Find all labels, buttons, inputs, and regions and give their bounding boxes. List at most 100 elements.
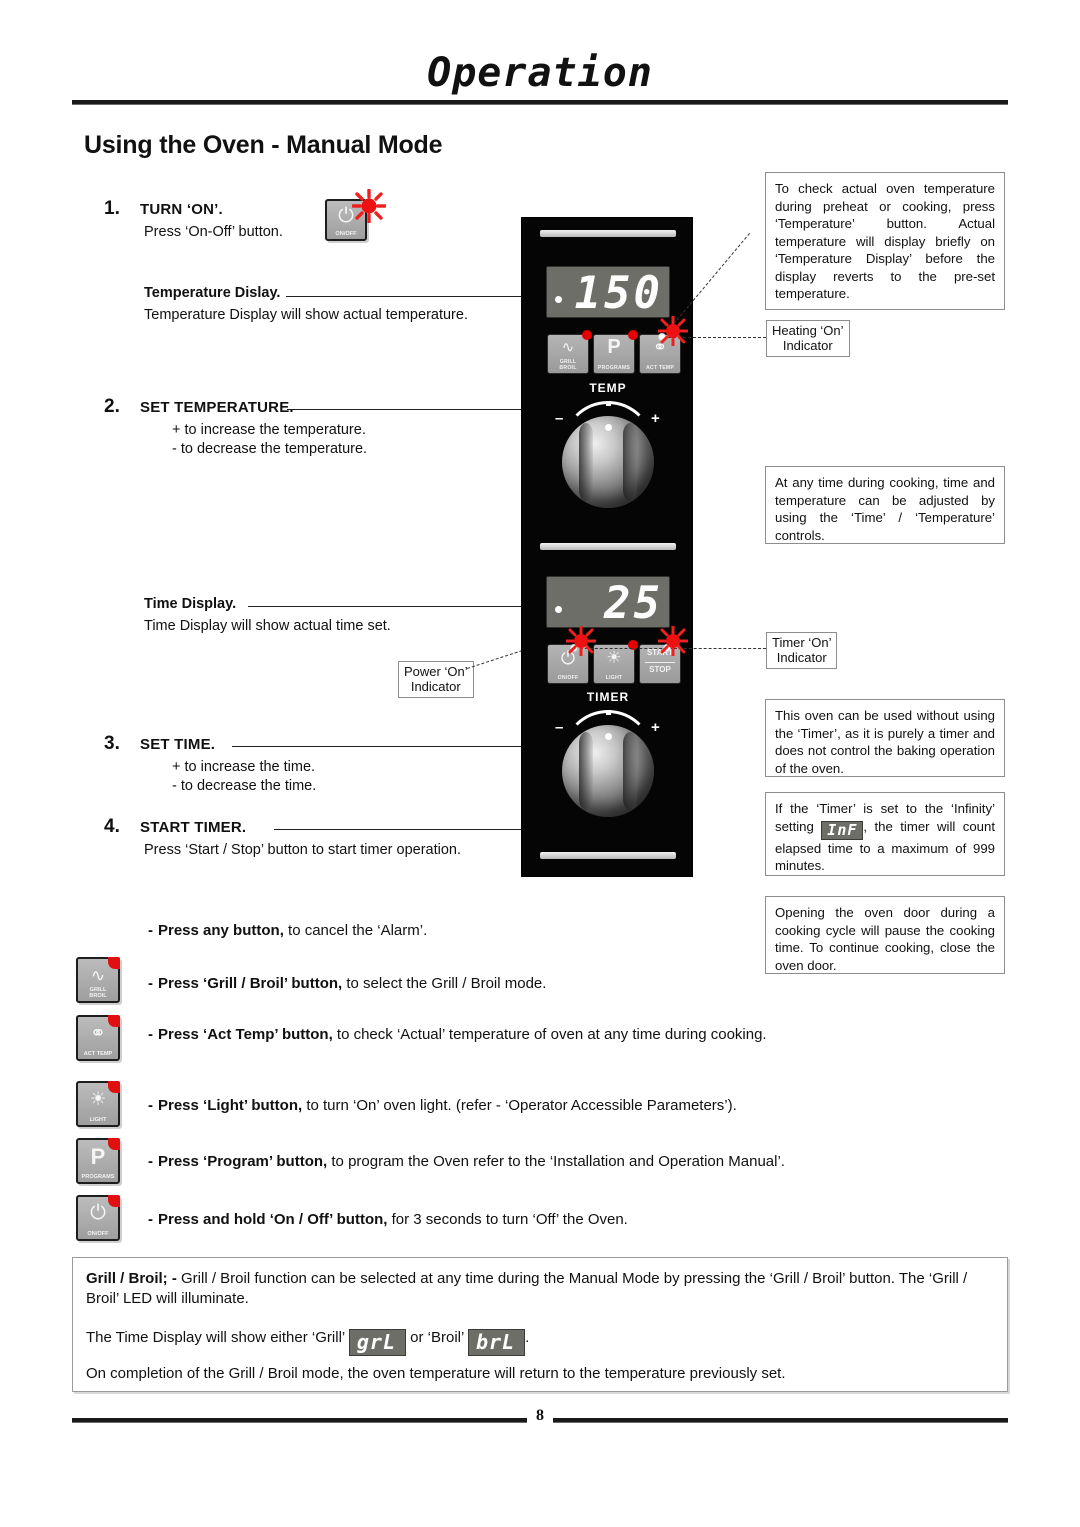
grill-broil-line2-post: . — [525, 1329, 530, 1346]
step-3-number: 3. — [104, 733, 120, 754]
timer-knob-pointer — [605, 733, 612, 740]
time-display-body: Time Display will show actual time set. — [144, 618, 391, 634]
timer-knob-label: TIMER — [586, 690, 630, 704]
programs-icon: P — [607, 336, 621, 358]
bullet-grill-broil-rest: to select the Grill / Broil mode. — [342, 975, 547, 992]
step-2-leader-line — [287, 409, 528, 410]
grill-broil-lead-paragraph: Grill / Broil; - Grill / Broil function … — [86, 1269, 991, 1308]
step-3-line-1: + to increase the time. — [172, 759, 316, 776]
power-on-tag-line-2: Indicator — [410, 679, 461, 695]
bullet-act-temp: - Press ‘Act Temp’ button, to check ‘Actu… — [148, 1026, 767, 1045]
time-display-leader-line — [248, 606, 528, 607]
programs-icon: P — [90, 1144, 106, 1169]
panel-bottom-slot — [540, 852, 676, 859]
bullet-any-button-bold: Press any button, — [158, 922, 284, 939]
grill-broil-led-icon — [582, 330, 592, 340]
step-3-leader-line — [232, 746, 528, 747]
light-bulb-icon: ☀ — [606, 648, 622, 667]
bullet-dash: - — [148, 1026, 153, 1043]
side-button-act-temp: ⚭ ACT TEMP — [76, 1015, 120, 1061]
on-off-caption: ON/OFF — [87, 1230, 109, 1237]
step-2: 2. SET TEMPERATURE. + to increase the te… — [104, 396, 434, 458]
programs-caption: PROGRAMS — [597, 365, 631, 371]
broil-segment-display: brL — [467, 1329, 526, 1356]
bullet-any-button: - Press any button, to cancel the ‘Alarm’… — [148, 922, 427, 941]
grill-broil-lead-rest: Grill / Broil function can be selected a… — [86, 1270, 968, 1307]
page-number: 8 — [536, 1407, 544, 1424]
bullet-light: - Press ‘Light’ button, to turn ‘On’ oven… — [148, 1097, 737, 1116]
bullet-dash: - — [148, 975, 153, 992]
power-on-indicator-tag: Power ‘On’ Indicator — [398, 661, 474, 698]
panel-top-slot — [540, 230, 676, 237]
step-2-heading: SET TEMPERATURE. — [140, 399, 294, 416]
bullet-on-off-bold: Press and hold ‘On / Off’ button, — [158, 1211, 388, 1228]
temp-knob-label: TEMP — [589, 381, 627, 395]
bullet-on-off: - Press and hold ‘On / Off’ button, for 3… — [148, 1211, 628, 1230]
bullet-light-bold: Press ‘Light’ button, — [158, 1097, 303, 1114]
time-display-value: 25 — [604, 578, 663, 628]
temperature-display-heading: Temperature Dislay. — [144, 285, 281, 301]
timer-knob[interactable] — [562, 725, 654, 817]
grill-broil-line2-mid: or ‘Broil’ — [410, 1329, 464, 1346]
timer-knob-plus: + — [651, 719, 660, 736]
page-title: Operation — [427, 50, 653, 96]
step-1-body: Press ‘On-Off’ button. — [144, 224, 283, 241]
temp-knob[interactable] — [562, 416, 654, 508]
step-3: 3. SET TIME. + to increase the time. - t… — [104, 733, 434, 795]
heating-led-starburst-icon — [658, 316, 688, 346]
bulb-icon: ⚭ — [90, 1023, 106, 1044]
bullet-program: - Press ‘Program’ button, to program the … — [148, 1153, 785, 1172]
grill-broil-info-box: Grill / Broil; - Grill / Broil function … — [72, 1257, 1008, 1392]
bullet-grill-broil-bold: Press ‘Grill / Broil’ button, — [158, 975, 343, 992]
temperature-display-leader-line — [286, 296, 528, 297]
grill-broil-button[interactable]: ∿ GRILL BROIL — [547, 334, 589, 374]
bullet-light-rest: to turn ‘On’ oven light. (refer - ‘Opera… — [302, 1097, 737, 1114]
step-3-line-2: - to decrease the time. — [172, 777, 317, 794]
time-display: 25 — [546, 576, 670, 628]
timer-on-tag-line-2: Indicator — [776, 650, 827, 666]
heating-on-indicator-tag: Heating ‘On’ Indicator — [766, 320, 850, 357]
side-button-programs: P PROGRAMS — [76, 1138, 120, 1184]
timer-knob-ridge-right — [622, 732, 638, 810]
infinity-segment-display: InF — [821, 820, 864, 840]
bullet-on-off-rest: for 3 seconds to turn ‘Off’ the Oven. — [387, 1211, 628, 1228]
bullet-dash: - — [148, 1153, 153, 1170]
bullet-act-temp-bold: Press ‘Act Temp’ button, — [158, 1026, 333, 1043]
callout-timer-optional: This oven can be used without using the … — [765, 699, 1005, 777]
bullet-dash: - — [148, 1097, 153, 1114]
light-bulb-icon: ☀ — [89, 1089, 107, 1110]
grill-broil-caption: GRILL BROIL — [559, 359, 577, 371]
start-stop-divider — [645, 662, 675, 663]
power-on-tag-line-1: Power ‘On’ — [404, 664, 468, 679]
oven-control-panel: 150 ∿ GRILL BROIL P PROGRAMS ⚭ ACT TEMP … — [521, 217, 693, 877]
grill-broil-caption: GRILL BROIL — [89, 986, 107, 999]
step-3-heading: SET TIME. — [140, 736, 216, 753]
step-1-heading: TURN ‘ON’. — [140, 201, 223, 218]
step-2-line-1: + to increase the temperature. — [172, 422, 366, 439]
section-title: Using the Oven - Manual Mode — [84, 131, 443, 159]
temp-knob-minus: – — [555, 410, 564, 427]
bullet-act-temp-rest: to check ‘Actual’ temperature of oven at… — [332, 1026, 767, 1043]
grill-broil-display-line: The Time Display will show either ‘Grill… — [86, 1328, 991, 1356]
programs-button[interactable]: P PROGRAMS — [593, 334, 635, 374]
power-icon: ⏻ — [90, 1202, 106, 1224]
light-button[interactable]: ☀ LIGHT — [593, 644, 635, 684]
timer-on-tag-line-1: Timer ‘On’ — [772, 635, 832, 650]
act-temp-caption: ACT TEMP — [83, 1050, 113, 1057]
bullet-program-bold: Press ‘Program’ button, — [158, 1153, 328, 1170]
callout-adjust-anytime: At any time during cooking, time and tem… — [765, 466, 1005, 544]
temperature-display: 150 — [546, 266, 670, 318]
grill-broil-icon: ∿ — [561, 339, 575, 356]
step-4-leader-line — [274, 829, 528, 830]
step-4: 4. START TIMER. Press ‘Start / Stop’ but… — [104, 816, 504, 860]
timer-knob-tick — [606, 710, 611, 715]
grill-broil-icon: ∿ — [90, 966, 106, 985]
bullet-dash: - — [148, 922, 153, 939]
step-4-number: 4. — [104, 816, 120, 837]
step-4-heading: START TIMER. — [140, 819, 247, 836]
callout-door-open: Opening the oven door during a cooking c… — [765, 896, 1005, 974]
heating-on-tag-line-1: Heating ‘On’ — [772, 323, 844, 338]
on-off-icon-caption: ON/OFF — [335, 230, 357, 237]
timer-knob-minus: – — [555, 719, 564, 736]
grill-segment-display: grL — [348, 1329, 406, 1356]
